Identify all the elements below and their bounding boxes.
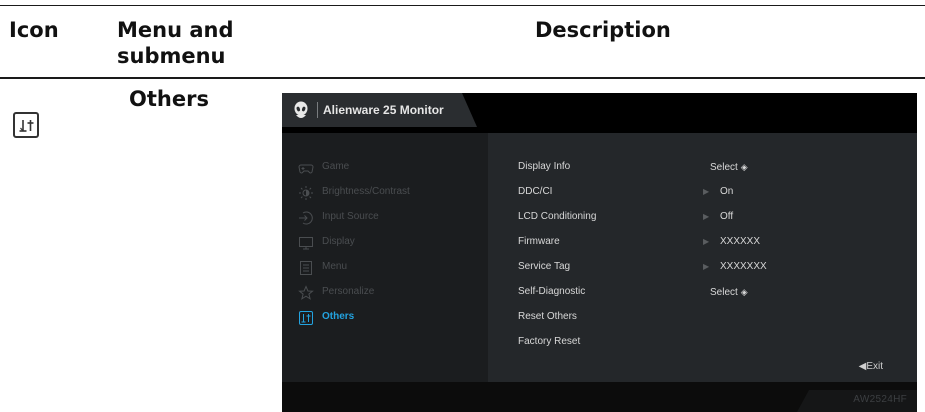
osd-menu-item-input-source[interactable]: Input Source <box>282 207 488 229</box>
menu-icon <box>300 261 312 275</box>
osd-options-panel: Display Info Select ◈ DDC/CI ▶ On LCD Con… <box>488 133 917 382</box>
osd-option-value: XXXXXX <box>720 236 761 247</box>
input-source-icon <box>299 211 313 225</box>
osd-menu-item-label: Brightness/Contrast <box>322 186 410 197</box>
osd-menu-item-brightness-contrast[interactable]: Brightness/Contrast <box>282 182 488 204</box>
brightness-icon <box>299 186 313 200</box>
osd-option-reset-others[interactable]: Reset Others <box>488 307 917 329</box>
osd-option-label: Service Tag <box>518 261 571 272</box>
osd-menu-item-menu[interactable]: Menu <box>282 257 488 279</box>
osd-option-value: XXXXXXX <box>720 261 767 272</box>
osd-option-label: Reset Others <box>518 311 577 322</box>
header-menu-and-submenu: Menu and submenu <box>117 18 234 68</box>
osd-option-firmware[interactable]: Firmware ▶ XXXXXX <box>488 232 917 254</box>
osd-tab-bar: Alienware 25 Monitor <box>282 93 917 133</box>
osd-option-lcd-conditioning[interactable]: LCD Conditioning ▶ Off <box>488 207 917 229</box>
alienware-logo-icon <box>294 101 308 118</box>
osd-menu-item-game[interactable]: Game <box>282 157 488 179</box>
osd-model-tab: AW2524HF <box>797 390 917 412</box>
right-arrow-icon: ▶ <box>703 262 710 271</box>
exit-button[interactable]: ◀Exit <box>859 361 883 372</box>
header-description: Description <box>535 18 671 42</box>
osd-option-value: Off <box>720 211 734 222</box>
gamepad-icon <box>298 164 314 174</box>
exit-label: Exit <box>866 361 883 372</box>
osd-option-label: Factory Reset <box>518 336 581 347</box>
osd-option-label: Display Info <box>518 161 571 172</box>
osd-menu-item-label: Display <box>322 236 355 247</box>
others-icon <box>299 311 313 325</box>
osd-option-value: On <box>720 186 734 197</box>
osd-left-menu: Game Brightness/Contrast Input Source Di… <box>282 133 488 382</box>
others-icon <box>13 112 39 138</box>
right-arrow-icon: ▶ <box>703 237 710 246</box>
osd-option-service-tag[interactable]: Service Tag ▶ XXXXXXX <box>488 257 917 279</box>
section-title-others: Others <box>129 87 209 111</box>
right-arrow-icon: ▶ <box>703 187 710 196</box>
osd-menu-item-label: Others <box>322 311 355 322</box>
osd-option-self-diagnostic[interactable]: Self-Diagnostic Select ◈ <box>488 282 917 304</box>
osd-option-display-info[interactable]: Display Info Select ◈ <box>488 157 917 179</box>
osd-title-divider <box>317 102 318 118</box>
osd-menu-item-label: Personalize <box>322 286 375 297</box>
osd-menu-item-display[interactable]: Display <box>282 232 488 254</box>
table-top-rule <box>0 5 925 6</box>
osd-option-label: LCD Conditioning <box>518 211 597 222</box>
osd-option-label: Self-Diagnostic <box>518 286 586 297</box>
osd-menu-item-label: Menu <box>322 261 348 272</box>
osd-option-label: DDC/CI <box>518 186 553 197</box>
select-button-icon: ◈ <box>740 287 748 297</box>
osd-option-factory-reset[interactable]: Factory Reset <box>488 332 917 354</box>
osd-option-label: Firmware <box>518 236 560 247</box>
table-header-rule <box>0 77 925 79</box>
osd-title: Alienware 25 Monitor <box>323 103 444 117</box>
header-icon: Icon <box>9 18 59 42</box>
select-button-icon: ◈ <box>740 162 748 172</box>
osd-menu-item-label: Game <box>322 161 350 172</box>
right-arrow-icon: ▶ <box>703 212 710 221</box>
display-icon <box>299 237 313 250</box>
osd-option-value: Select ◈ <box>710 287 748 298</box>
osd-option-ddc-ci[interactable]: DDC/CI ▶ On <box>488 182 917 204</box>
osd-menu-item-label: Input Source <box>322 211 379 222</box>
osd-title-tab: Alienware 25 Monitor <box>282 93 477 127</box>
model-number: AW2524HF <box>853 394 907 405</box>
osd-menu-item-others[interactable]: Others <box>282 307 488 329</box>
osd-menu-item-personalize[interactable]: Personalize <box>282 282 488 304</box>
osd-bottom-bar: AW2524HF <box>282 382 917 412</box>
osd-screenshot: Alienware 25 Monitor Game Brightness/Con… <box>282 93 917 412</box>
osd-option-value: Select ◈ <box>710 162 748 173</box>
star-icon <box>298 285 314 300</box>
